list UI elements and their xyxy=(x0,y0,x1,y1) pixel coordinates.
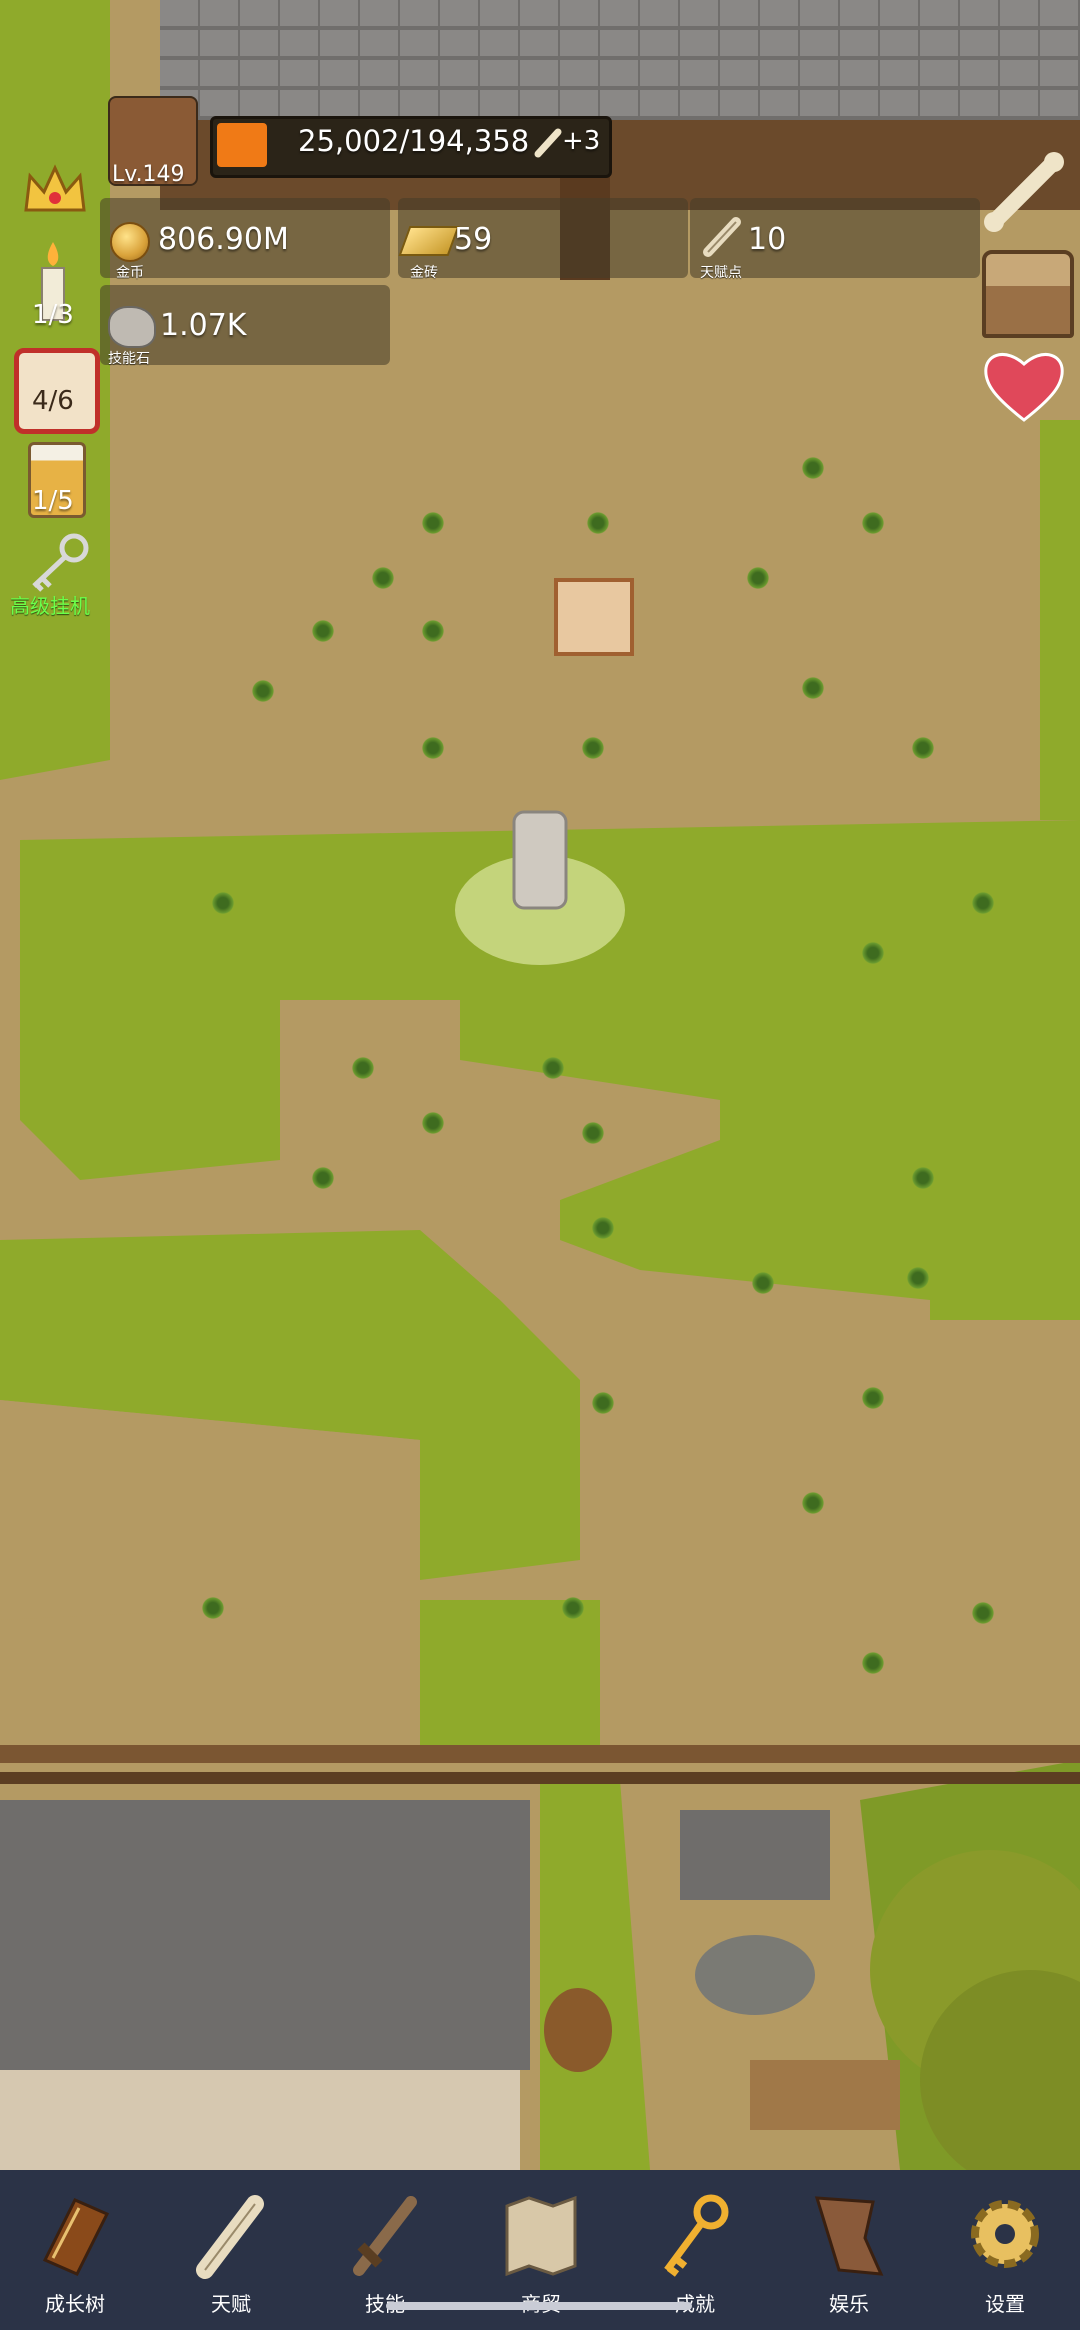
weed-plant xyxy=(860,510,886,536)
weed-plant xyxy=(420,510,446,536)
nav-growth-tree[interactable]: 成长树 xyxy=(10,2190,130,2320)
skill-stone-value: 1.07K xyxy=(160,308,247,343)
gold-bar-label: 金砖 xyxy=(410,265,438,281)
key-icon xyxy=(655,2190,735,2280)
weed-plant xyxy=(350,1055,376,1081)
skill-stone-icon xyxy=(108,306,156,348)
weed-plant xyxy=(310,618,336,644)
weed-plant xyxy=(580,735,606,761)
weed-plant xyxy=(860,1650,886,1676)
cabbage-plant xyxy=(210,890,236,916)
gold-coin-icon xyxy=(110,222,150,262)
crown-icon[interactable] xyxy=(20,162,90,218)
home-indicator xyxy=(386,2302,692,2310)
weed-plant xyxy=(970,890,996,916)
sword-icon xyxy=(345,2190,425,2280)
book-icon xyxy=(35,2190,115,2280)
nav-talent[interactable]: 天赋 xyxy=(166,2190,286,2320)
dice-count: 4/6 xyxy=(32,386,74,416)
nav-skills[interactable]: 技能 xyxy=(320,2190,440,2320)
bone-icon[interactable] xyxy=(982,150,1066,234)
weed-plant xyxy=(585,510,611,536)
nav-label: 天赋 xyxy=(211,2292,251,2316)
weed-plant xyxy=(560,1595,586,1621)
weed-plant xyxy=(800,1490,826,1516)
talent-points-value: 10 xyxy=(748,222,787,257)
key-ring-icon[interactable] xyxy=(24,530,96,592)
player-level: Lv.149 xyxy=(112,162,185,187)
flag-icon xyxy=(809,2190,889,2280)
weed-plant xyxy=(750,1270,776,1296)
gear-icon xyxy=(965,2190,1045,2280)
exp-bonus: +3 xyxy=(562,126,601,156)
beer-count: 1/5 xyxy=(32,486,74,516)
bone-icon xyxy=(534,126,562,158)
weed-plant xyxy=(420,735,446,761)
weed-plant xyxy=(590,1215,616,1241)
weed-plant xyxy=(420,1110,446,1136)
weed-plant xyxy=(800,675,826,701)
weed-plant xyxy=(745,565,771,591)
weed-plant xyxy=(800,455,826,481)
scroll-icon xyxy=(700,214,744,258)
gold-label: 金币 xyxy=(116,265,144,281)
skill-stone-label: 技能石 xyxy=(108,351,150,367)
weed-plant xyxy=(860,1385,886,1411)
nav-label: 设置 xyxy=(985,2292,1025,2316)
cabbage-plant xyxy=(905,1265,931,1291)
nav-achievement[interactable]: 成就 xyxy=(630,2190,750,2320)
talent-points-label: 天赋点 xyxy=(700,265,742,281)
weed-plant xyxy=(310,1165,336,1191)
weed-plant xyxy=(970,1600,996,1626)
nav-settings[interactable]: 设置 xyxy=(940,2190,1060,2320)
scroll-icon xyxy=(191,2190,271,2280)
weed-plant xyxy=(910,735,936,761)
treasure-chest-icon[interactable] xyxy=(982,250,1074,338)
gold-value: 806.90M xyxy=(158,222,289,257)
gold-bar-value: 59 xyxy=(454,222,493,257)
weed-plant xyxy=(420,618,446,644)
weed-plant xyxy=(200,1595,226,1621)
weed-plant xyxy=(580,1120,606,1146)
nav-entertainment[interactable]: 娱乐 xyxy=(784,2190,904,2320)
map-icon xyxy=(501,2190,581,2280)
exp-bar-fill xyxy=(217,123,267,167)
nav-label: 成长树 xyxy=(45,2292,105,2316)
heart-icon[interactable] xyxy=(982,348,1066,424)
weed-plant xyxy=(370,565,396,591)
auto-idle-label[interactable]: 高级挂机 xyxy=(10,590,90,619)
weed-plant xyxy=(910,1165,936,1191)
weed-plant xyxy=(540,1055,566,1081)
nav-label: 娱乐 xyxy=(829,2292,869,2316)
cabbage-plant xyxy=(250,678,276,704)
weed-plant xyxy=(860,940,886,966)
candle-count: 1/3 xyxy=(32,300,74,330)
nav-trade[interactable]: 商贸 xyxy=(476,2190,596,2320)
cabbage-plant xyxy=(590,1390,616,1416)
exp-text: 25,002/194,358 xyxy=(298,124,530,158)
